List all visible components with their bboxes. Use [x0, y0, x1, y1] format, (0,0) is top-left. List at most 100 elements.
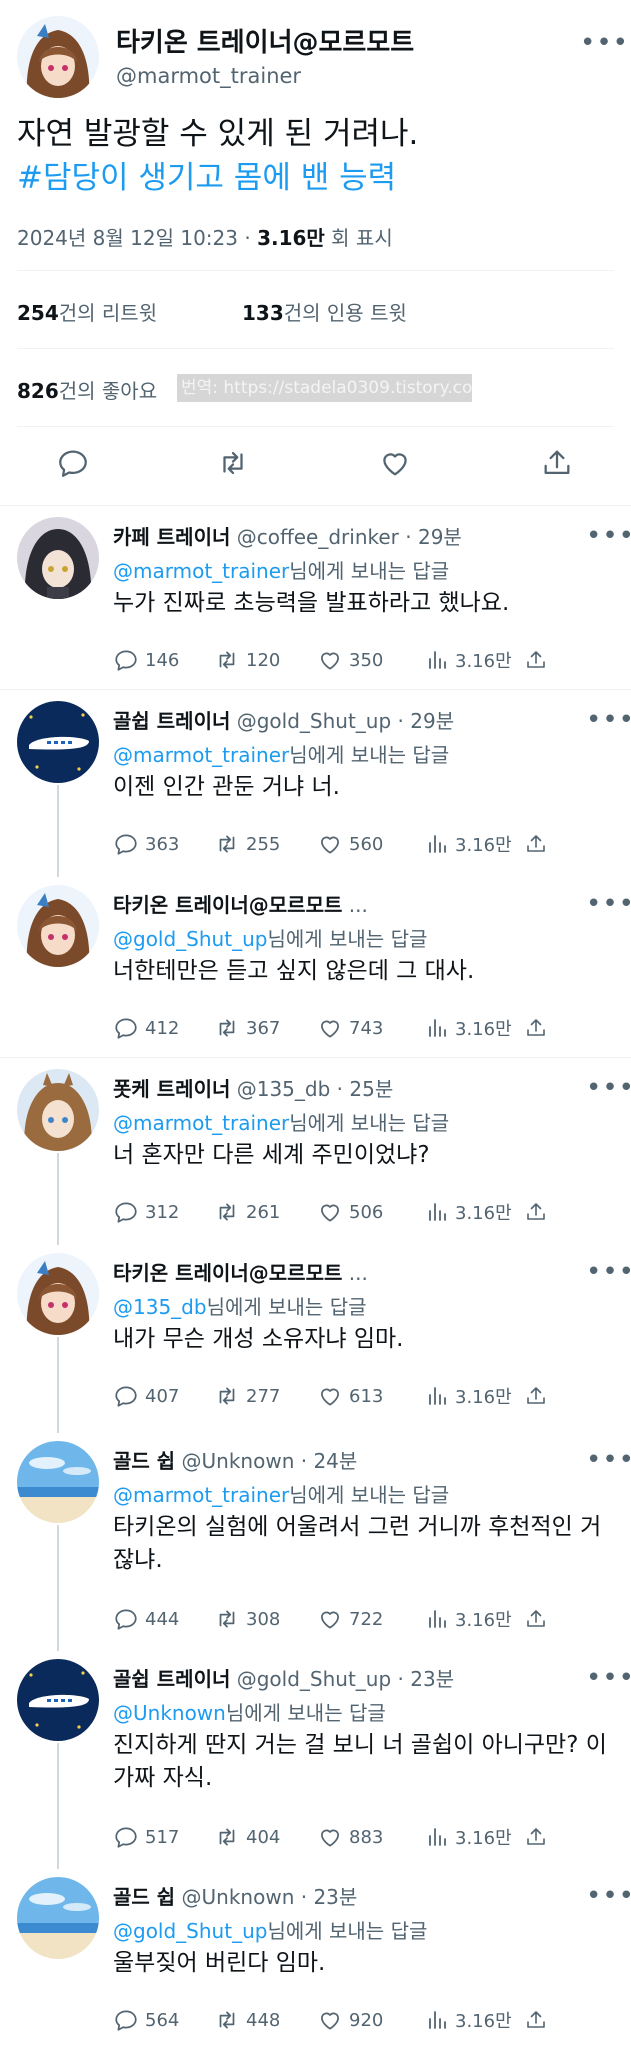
share-button[interactable]	[524, 1825, 554, 1849]
author-handle[interactable]: ...	[349, 1261, 368, 1285]
like-icon[interactable]	[378, 446, 412, 480]
views-button[interactable]: 3.16만	[425, 648, 512, 672]
reply-button[interactable]: 363	[113, 832, 179, 856]
more-icon[interactable]: •••	[580, 30, 629, 56]
author-name[interactable]: 타키온 트레이너@모르모트	[113, 1261, 342, 1285]
mention-link[interactable]: @gold_Shut_up	[113, 1919, 267, 1943]
avatar[interactable]	[17, 1877, 99, 1959]
views-button[interactable]: 3.16만	[425, 1607, 512, 1631]
views-button[interactable]: 3.16만	[425, 1200, 512, 1224]
author-name[interactable]: 골쉽 트레이너	[113, 709, 230, 733]
retweet-button[interactable]: 120	[214, 648, 280, 672]
avatar[interactable]	[17, 1659, 99, 1741]
share-button[interactable]	[524, 1607, 554, 1631]
reply-button[interactable]: 517	[113, 1825, 179, 1849]
avatar[interactable]	[17, 885, 99, 967]
mention-link[interactable]: @135_db	[113, 1295, 207, 1319]
more-icon[interactable]: •••	[586, 1447, 631, 1473]
more-icon[interactable]: •••	[586, 1883, 631, 1909]
views-button[interactable]: 3.16만	[425, 1016, 512, 1040]
mention-link[interactable]: @gold_Shut_up	[113, 927, 267, 951]
avatar[interactable]	[17, 1441, 99, 1523]
avatar[interactable]	[17, 1253, 99, 1335]
reply-tweet[interactable]: 폿케 트레이너 @135_db · 25분 ••• @marmot_traine…	[0, 1057, 631, 1245]
more-icon[interactable]: •••	[586, 523, 631, 549]
like-button[interactable]: 613	[317, 1384, 383, 1408]
reply-tweet[interactable]: 타키온 트레이너@모르모트 ... ••• @135_db님에게 보내는 답글 …	[0, 1241, 631, 1433]
reply-tweet[interactable]: 골드 쉽 @Unknown · 24분 ••• @marmot_trainer님…	[0, 1429, 631, 1651]
like-button[interactable]: 743	[317, 1016, 383, 1040]
retweet-button[interactable]: 404	[214, 1825, 280, 1849]
views-button[interactable]: 3.16만	[425, 1825, 512, 1849]
share-icon[interactable]	[540, 446, 574, 480]
reply-icon[interactable]	[56, 446, 90, 480]
author-handle[interactable]: @coffee_drinker · 29분	[237, 525, 462, 549]
avatar[interactable]	[17, 517, 99, 599]
retweet-button[interactable]: 308	[214, 1607, 280, 1631]
share-button[interactable]	[524, 1384, 554, 1408]
more-icon[interactable]: •••	[586, 1259, 631, 1285]
retweet-button[interactable]: 255	[214, 832, 280, 856]
views-button[interactable]: 3.16만	[425, 1384, 512, 1408]
reply-button[interactable]: 564	[113, 2008, 179, 2032]
author-handle[interactable]: @Unknown · 23분	[182, 1885, 358, 1909]
author-handle[interactable]: @gold_Shut_up · 29분	[237, 709, 454, 733]
share-button[interactable]	[524, 648, 554, 672]
more-icon[interactable]: •••	[586, 1665, 631, 1691]
like-button[interactable]: 560	[317, 832, 383, 856]
author-name[interactable]: 카페 트레이너	[113, 525, 230, 549]
reply-button[interactable]: 312	[113, 1200, 179, 1224]
reply-button[interactable]: 444	[113, 1607, 179, 1631]
author-name[interactable]: 골드 쉽	[113, 1449, 175, 1473]
reply-button[interactable]: 146	[113, 648, 179, 672]
author-handle[interactable]: @Unknown · 24분	[182, 1449, 358, 1473]
retweet-button[interactable]: 277	[214, 1384, 280, 1408]
author-name[interactable]: 골쉽 트레이너	[113, 1667, 230, 1691]
share-button[interactable]	[524, 1016, 554, 1040]
retweet-button[interactable]: 367	[214, 1016, 280, 1040]
like-button[interactable]: 920	[317, 2008, 383, 2032]
retweet-button[interactable]: 448	[214, 2008, 280, 2032]
mention-link[interactable]: @Unknown	[113, 1701, 226, 1725]
reply-tweet[interactable]: 카페 트레이너 @coffee_drinker · 29분 ••• @marmo…	[0, 505, 631, 689]
mention-link[interactable]: @marmot_trainer	[113, 743, 289, 767]
mention-link[interactable]: @marmot_trainer	[113, 559, 289, 583]
author-handle[interactable]: @marmot_trainer	[116, 64, 301, 88]
more-icon[interactable]: •••	[586, 891, 631, 917]
like-button[interactable]: 883	[317, 1825, 383, 1849]
like-button[interactable]: 350	[317, 648, 383, 672]
more-icon[interactable]: •••	[586, 1075, 631, 1101]
quote-stat[interactable]: 133건의 인용 트윗	[242, 297, 407, 326]
views-button[interactable]: 3.16만	[425, 832, 512, 856]
reply-tweet[interactable]: 골드 쉽 @Unknown · 23분 ••• @gold_Shut_up님에게…	[0, 1865, 631, 2048]
like-stat[interactable]: 826건의 좋아요	[17, 375, 157, 404]
more-icon[interactable]: •••	[586, 707, 631, 733]
mention-link[interactable]: @marmot_trainer	[113, 1483, 289, 1507]
retweet-stat[interactable]: 254건의 리트윗	[17, 297, 157, 326]
author-name[interactable]: 골드 쉽	[113, 1885, 175, 1909]
share-button[interactable]	[524, 2008, 554, 2032]
share-button[interactable]	[524, 832, 554, 856]
avatar[interactable]	[17, 701, 99, 783]
share-button[interactable]	[524, 1200, 554, 1224]
like-button[interactable]: 722	[317, 1607, 383, 1631]
author-handle[interactable]: @gold_Shut_up · 23분	[237, 1667, 454, 1691]
reply-button[interactable]: 412	[113, 1016, 179, 1040]
author-name[interactable]: 폿케 트레이너	[113, 1077, 230, 1101]
avatar[interactable]	[17, 16, 99, 98]
like-button[interactable]: 506	[317, 1200, 383, 1224]
author-name[interactable]: 타키온 트레이너@모르모트	[113, 893, 342, 917]
author-handle[interactable]: @135_db · 25분	[237, 1077, 394, 1101]
author-name[interactable]: 타키온 트레이너@모르모트	[116, 22, 414, 59]
avatar[interactable]	[17, 1069, 99, 1151]
reply-tweet[interactable]: 골쉽 트레이너 @gold_Shut_up · 23분 ••• @Unknown…	[0, 1647, 631, 1869]
views-button[interactable]: 3.16만	[425, 2008, 512, 2032]
retweet-button[interactable]: 261	[214, 1200, 280, 1224]
retweet-icon[interactable]	[216, 446, 250, 480]
reply-tweet[interactable]: 타키온 트레이너@모르모트 ... ••• @gold_Shut_up님에게 보…	[0, 873, 631, 1057]
mention-link[interactable]: @marmot_trainer	[113, 1111, 289, 1135]
reply-tweet[interactable]: 골쉽 트레이너 @gold_Shut_up · 29분 ••• @marmot_…	[0, 689, 631, 877]
hashtag-link[interactable]: #담당이 생기고 몸에 밴 능력	[17, 156, 617, 200]
author-handle[interactable]: ...	[349, 893, 368, 917]
reply-button[interactable]: 407	[113, 1384, 179, 1408]
